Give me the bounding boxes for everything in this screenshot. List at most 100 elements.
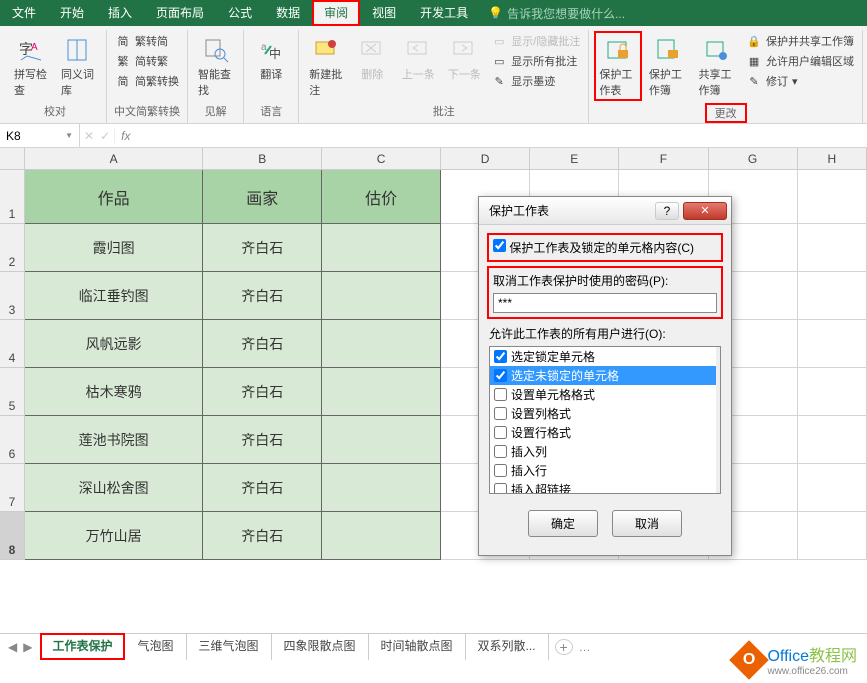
col-header-C[interactable]: C: [322, 148, 441, 170]
close-button[interactable]: ✕: [683, 202, 727, 220]
cell[interactable]: [798, 464, 867, 512]
cell[interactable]: 枯木寒鸦: [25, 368, 203, 416]
cell[interactable]: [798, 416, 867, 464]
cell[interactable]: 作品: [25, 170, 203, 224]
row-header[interactable]: 8: [0, 512, 25, 560]
cell[interactable]: [322, 320, 441, 368]
spell-check-button[interactable]: 字A 拼写检查: [10, 32, 53, 100]
tab-review[interactable]: 审阅: [312, 0, 360, 26]
name-box[interactable]: K8 ▼: [0, 124, 80, 147]
cell[interactable]: 霞归图: [25, 224, 203, 272]
row-header[interactable]: 1: [0, 170, 25, 224]
allow-edit-button[interactable]: ▦允许用户编辑区域: [744, 52, 856, 70]
permission-item[interactable]: 设置列格式: [490, 404, 720, 423]
col-header-H[interactable]: H: [798, 148, 867, 170]
scrollbar[interactable]: [716, 347, 720, 493]
add-sheet-button[interactable]: +: [555, 639, 573, 655]
sheet-tab[interactable]: 工作表保护: [40, 633, 125, 660]
permission-item[interactable]: 设置行格式: [490, 423, 720, 442]
nav-prev-icon[interactable]: ◀: [8, 640, 17, 654]
simp-button[interactable]: 简繁转简: [113, 32, 181, 50]
tab-developer[interactable]: 开发工具: [408, 0, 480, 26]
cell[interactable]: 齐白石: [203, 320, 322, 368]
lookup-button[interactable]: 智能查找: [194, 32, 237, 100]
more-sheets[interactable]: …: [579, 640, 591, 654]
cell[interactable]: [322, 368, 441, 416]
col-header-B[interactable]: B: [203, 148, 322, 170]
tab-file[interactable]: 文件: [0, 0, 48, 26]
protect-workbook-button[interactable]: 保护工作簿: [645, 32, 691, 100]
sheet-tab[interactable]: 三维气泡图: [187, 633, 272, 660]
cell[interactable]: [798, 272, 867, 320]
prev-comment-button[interactable]: 上一条: [397, 32, 439, 84]
show-all-comments-button[interactable]: ▭显示所有批注: [489, 52, 582, 70]
conv-button[interactable]: 简简繁转换: [113, 72, 181, 90]
cell[interactable]: 画家: [203, 170, 322, 224]
share-workbook-button[interactable]: 共享工作簿: [694, 32, 740, 100]
tab-home[interactable]: 开始: [48, 0, 96, 26]
protect-contents-checkbox[interactable]: 保护工作表及锁定的单元格内容(C): [493, 241, 694, 255]
nav-next-icon[interactable]: ▶: [23, 640, 32, 654]
col-header-A[interactable]: A: [25, 148, 203, 170]
cell[interactable]: [322, 464, 441, 512]
cancel-button[interactable]: 取消: [612, 510, 682, 537]
permission-item[interactable]: 设置单元格格式: [490, 385, 720, 404]
trad-button[interactable]: 繁简转繁: [113, 52, 181, 70]
protect-sheet-button[interactable]: 保护工作表: [595, 32, 641, 100]
row-header[interactable]: 4: [0, 320, 25, 368]
cell[interactable]: 齐白石: [203, 224, 322, 272]
cell[interactable]: 估价: [322, 170, 441, 224]
cell[interactable]: [322, 272, 441, 320]
dropdown-icon[interactable]: ▼: [65, 131, 73, 140]
row-header[interactable]: 3: [0, 272, 25, 320]
translate-button[interactable]: a中 翻译: [250, 32, 292, 84]
ok-button[interactable]: 确定: [528, 510, 598, 537]
sheet-tab[interactable]: 双系列散...: [466, 633, 549, 660]
cell[interactable]: 齐白石: [203, 464, 322, 512]
permission-item[interactable]: 选定锁定单元格: [490, 347, 720, 366]
help-button[interactable]: ?: [655, 202, 679, 220]
select-all[interactable]: [0, 148, 25, 170]
permission-item[interactable]: 选定未锁定的单元格: [490, 366, 720, 385]
cell[interactable]: 齐白石: [203, 416, 322, 464]
cell[interactable]: 万竹山居: [25, 512, 203, 560]
row-header[interactable]: 6: [0, 416, 25, 464]
sheet-tab[interactable]: 时间轴散点图: [369, 633, 466, 660]
cell[interactable]: [798, 512, 867, 560]
delete-comment-button[interactable]: 删除: [351, 32, 393, 84]
cell[interactable]: [798, 368, 867, 416]
cell[interactable]: [322, 512, 441, 560]
permission-item[interactable]: 插入超链接: [490, 480, 720, 494]
col-header-G[interactable]: G: [709, 148, 798, 170]
tell-me[interactable]: 💡 告诉我您想要做什么...: [488, 5, 625, 22]
sheet-tab[interactable]: 气泡图: [125, 633, 186, 660]
row-header[interactable]: 7: [0, 464, 25, 512]
cell[interactable]: [798, 224, 867, 272]
tab-insert[interactable]: 插入: [96, 0, 144, 26]
row-header[interactable]: 5: [0, 368, 25, 416]
cell[interactable]: 莲池书院图: [25, 416, 203, 464]
col-header-D[interactable]: D: [441, 148, 530, 170]
cell[interactable]: [798, 170, 867, 224]
col-header-F[interactable]: F: [619, 148, 708, 170]
permission-item[interactable]: 插入列: [490, 442, 720, 461]
cell[interactable]: 齐白石: [203, 512, 322, 560]
protect-share-button[interactable]: 🔒保护并共享工作簿: [744, 32, 856, 50]
cell[interactable]: 齐白石: [203, 272, 322, 320]
thesaurus-button[interactable]: 同义词库: [57, 32, 100, 100]
password-input[interactable]: [493, 293, 717, 313]
track-changes-button[interactable]: ✎修订 ▾: [744, 72, 856, 90]
cell[interactable]: 临江垂钓图: [25, 272, 203, 320]
new-comment-button[interactable]: 新建批注: [305, 32, 347, 100]
permission-item[interactable]: 插入行: [490, 461, 720, 480]
cell[interactable]: [322, 224, 441, 272]
tab-formulas[interactable]: 公式: [216, 0, 264, 26]
sheet-tab[interactable]: 四象限散点图: [272, 633, 369, 660]
cell[interactable]: [798, 320, 867, 368]
row-header[interactable]: 2: [0, 224, 25, 272]
cell[interactable]: 深山松舍图: [25, 464, 203, 512]
cell[interactable]: 风帆远影: [25, 320, 203, 368]
tab-view[interactable]: 视图: [360, 0, 408, 26]
tab-data[interactable]: 数据: [264, 0, 312, 26]
col-header-E[interactable]: E: [530, 148, 619, 170]
